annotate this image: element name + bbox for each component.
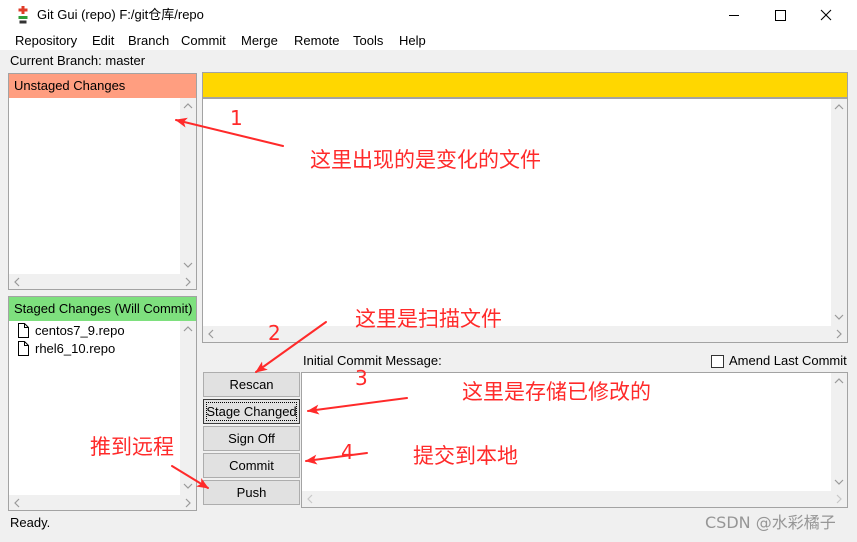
close-button[interactable]: [803, 0, 849, 30]
menu-tools[interactable]: Tools: [353, 33, 383, 49]
menu-branch[interactable]: Branch: [128, 33, 169, 49]
scroll-right-icon[interactable]: [185, 277, 191, 287]
stage-changed-button[interactable]: Stage Changed: [203, 399, 300, 424]
commit-message-label: Initial Commit Message:: [303, 353, 442, 368]
title-bar[interactable]: Git Gui (repo) F:/git仓库/repo: [0, 0, 857, 30]
annotation-number-3: 3: [355, 366, 368, 390]
diff-panel: [202, 98, 848, 343]
push-button[interactable]: Push: [203, 480, 300, 505]
scroll-down-icon[interactable]: [183, 483, 193, 489]
list-item[interactable]: rhel6_10.repo: [9, 340, 180, 358]
file-icon[interactable]: [17, 323, 29, 338]
annotation-number-4: 4: [341, 440, 354, 464]
unstaged-changes-panel: Unstaged Changes: [8, 73, 197, 290]
diff-horizontal-scrollbar[interactable]: [203, 326, 847, 342]
minimize-button[interactable]: [711, 0, 757, 30]
menu-remote[interactable]: Remote: [294, 33, 340, 49]
scroll-right-icon[interactable]: [836, 494, 842, 504]
scroll-down-icon[interactable]: [834, 479, 844, 485]
scroll-right-icon[interactable]: [185, 498, 191, 508]
commit-button[interactable]: Commit: [203, 453, 300, 478]
annotation-number-1: 1: [230, 106, 243, 130]
window-title: Git Gui (repo) F:/git仓库/repo: [37, 7, 204, 22]
diff-view[interactable]: [203, 99, 831, 326]
unstaged-vertical-scrollbar[interactable]: [180, 98, 196, 274]
close-icon: [820, 9, 832, 21]
annotation-text-2: 这里是扫描文件: [355, 307, 502, 331]
diff-vertical-scrollbar[interactable]: [831, 99, 847, 326]
amend-last-commit-label[interactable]: Amend Last Commit: [729, 353, 847, 369]
scroll-left-icon[interactable]: [208, 329, 214, 339]
scroll-right-icon[interactable]: [836, 329, 842, 339]
staged-vertical-scrollbar[interactable]: [180, 321, 196, 495]
annotation-text-3: 这里是存储已修改的: [462, 380, 651, 404]
status-text: Ready.: [10, 515, 51, 530]
maximize-icon: [775, 10, 786, 21]
scroll-up-icon[interactable]: [183, 103, 193, 109]
scroll-down-icon[interactable]: [834, 314, 844, 320]
current-branch-label: Current Branch: master: [10, 53, 146, 68]
file-icon[interactable]: [17, 341, 29, 356]
watermark: CSDN @水彩橘子: [705, 513, 836, 532]
scroll-up-icon[interactable]: [834, 104, 844, 110]
staged-file-list[interactable]: centos7_9.repo rhel6_10.repo: [9, 321, 180, 495]
minimize-icon: [729, 15, 739, 16]
unstaged-file-list[interactable]: [9, 98, 180, 274]
scroll-left-icon[interactable]: [14, 498, 20, 508]
menu-bar: Repository Edit Branch Commit Merge Remo…: [0, 30, 857, 50]
menu-commit[interactable]: Commit: [181, 33, 226, 49]
annotation-number-2: 2: [268, 321, 281, 345]
scroll-down-icon[interactable]: [183, 262, 193, 268]
annotation-text-push: 推到远程: [90, 435, 174, 459]
sign-off-button[interactable]: Sign Off: [203, 426, 300, 451]
rescan-button[interactable]: Rescan: [203, 372, 300, 397]
commit-vertical-scrollbar[interactable]: [831, 373, 847, 491]
commit-horizontal-scrollbar[interactable]: [302, 491, 847, 507]
unstaged-changes-header: Unstaged Changes: [9, 74, 196, 98]
maximize-button[interactable]: [757, 0, 803, 30]
staged-changes-header: Staged Changes (Will Commit): [9, 297, 196, 321]
scroll-left-icon[interactable]: [307, 494, 313, 504]
menu-merge[interactable]: Merge: [241, 33, 278, 49]
menu-help[interactable]: Help: [399, 33, 426, 49]
scroll-up-icon[interactable]: [183, 326, 193, 332]
amend-last-commit-checkbox[interactable]: [711, 355, 724, 368]
menu-edit[interactable]: Edit: [92, 33, 114, 49]
scroll-up-icon[interactable]: [834, 378, 844, 384]
annotation-text-1: 这里出现的是变化的文件: [310, 148, 541, 172]
annotation-text-4: 提交到本地: [413, 444, 518, 468]
unstaged-horizontal-scrollbar[interactable]: [9, 274, 196, 289]
staged-horizontal-scrollbar[interactable]: [9, 495, 196, 510]
diff-header-bar: [202, 72, 848, 98]
file-name[interactable]: centos7_9.repo: [35, 322, 125, 340]
git-gui-icon: [16, 6, 30, 24]
menu-repository[interactable]: Repository: [15, 33, 77, 49]
list-item[interactable]: centos7_9.repo: [9, 322, 180, 340]
staged-changes-panel: Staged Changes (Will Commit) centos7_9.r…: [8, 296, 197, 511]
scroll-left-icon[interactable]: [14, 277, 20, 287]
file-name[interactable]: rhel6_10.repo: [35, 340, 115, 358]
